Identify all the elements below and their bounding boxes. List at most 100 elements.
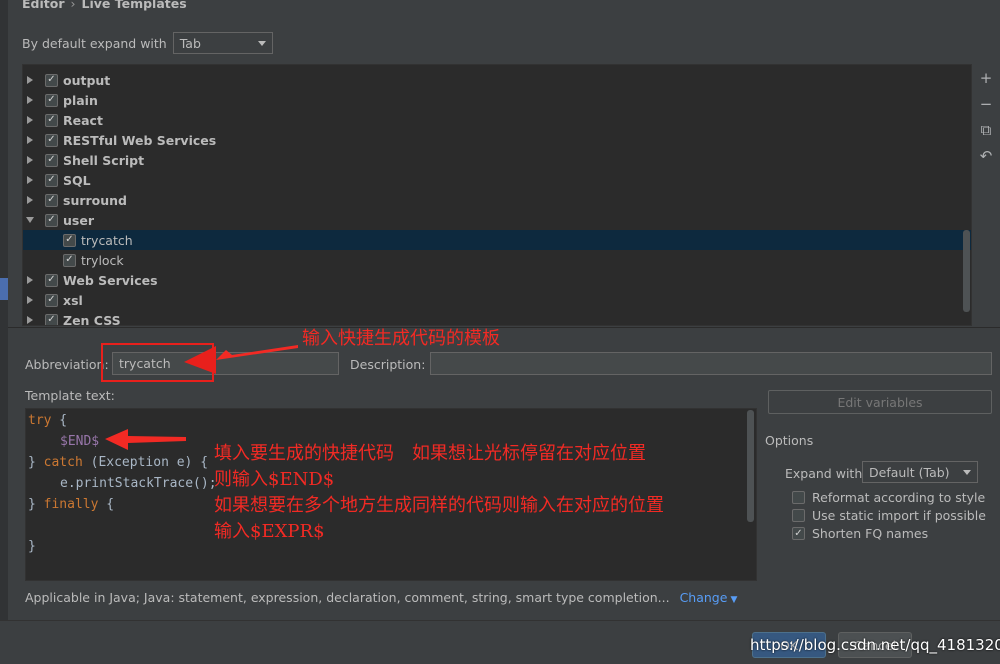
default-expand-select[interactable]: Tab — [172, 32, 273, 54]
code-text: { — [98, 497, 115, 512]
expand-arrow-icon[interactable] — [27, 116, 33, 124]
code-line: e.printStackTrace(); — [60, 473, 217, 494]
change-link[interactable]: Change — [680, 590, 728, 605]
annotation-expr-2: 输入$EXPR$ — [214, 521, 325, 542]
group-checkbox[interactable]: ✓ — [45, 273, 58, 287]
expand-arrow-icon[interactable] — [27, 76, 33, 84]
tree-group-output[interactable]: ✓ output — [23, 70, 971, 90]
tree-label: xsl — [63, 292, 83, 308]
expand-arrow-icon[interactable] — [27, 316, 33, 324]
group-checkbox[interactable]: ✓ — [45, 313, 58, 325]
shorten-fq-label: Shorten FQ names — [812, 526, 929, 541]
item-checkbox[interactable]: ✓ — [63, 233, 76, 247]
tree-scrollbar[interactable] — [963, 230, 970, 312]
options-title: Options — [765, 433, 814, 448]
remove-icon[interactable]: − — [976, 94, 996, 114]
code-line: } finally { — [28, 494, 114, 515]
breadcrumb-separator: › — [70, 0, 76, 11]
collapse-arrow-icon[interactable] — [26, 217, 34, 223]
reformat-label: Reformat according to style — [812, 490, 986, 505]
expand-arrow-icon[interactable] — [27, 176, 33, 184]
tree-label: Zen CSS — [63, 312, 121, 326]
static-import-label: Use static import if possible — [812, 508, 986, 523]
reformat-checkbox[interactable] — [792, 491, 805, 504]
group-checkbox[interactable]: ✓ — [45, 293, 58, 307]
applicable-row: Applicable in Java; Java: statement, exp… — [25, 590, 737, 605]
group-checkbox[interactable]: ✓ — [45, 73, 58, 87]
annotation-abbreviation: 输入快捷生成代码的模板 — [302, 328, 500, 349]
tree-item-trycatch[interactable]: ✓ trycatch — [23, 230, 971, 250]
tree-group-user[interactable]: ✓ user — [23, 210, 971, 230]
description-input[interactable] — [430, 352, 992, 375]
keyword: catch — [43, 455, 83, 470]
tree-label: user — [63, 212, 94, 228]
tree-group-restful[interactable]: ✓ RESTful Web Services — [23, 130, 971, 150]
group-checkbox[interactable]: ✓ — [45, 213, 58, 227]
default-expand-label: By default expand with — [22, 35, 167, 51]
default-expand-value: Tab — [179, 35, 201, 51]
tree-label: trylock — [81, 252, 124, 268]
group-checkbox[interactable]: ✓ — [45, 93, 58, 107]
annotation-expr-1: 如果想要在多个地方生成同样的代码则输入在对应的位置 — [214, 495, 664, 516]
expand-with-value: Default (Tab) — [869, 464, 950, 480]
tree-group-react[interactable]: ✓ React — [23, 110, 971, 130]
tree-label: Web Services — [63, 272, 158, 288]
description-label: Description: — [350, 357, 426, 372]
annotation-end-var-2: 则输入$END$ — [214, 469, 335, 490]
editor-scrollbar[interactable] — [747, 410, 754, 522]
reformat-option[interactable]: Reformat according to style — [792, 490, 985, 505]
tree-group-xsl[interactable]: ✓ xsl — [23, 290, 971, 310]
tree-label: plain — [63, 92, 98, 108]
group-checkbox[interactable]: ✓ — [45, 153, 58, 167]
breadcrumb-editor[interactable]: Editor — [22, 0, 65, 11]
code-line: try { — [28, 410, 67, 431]
expand-arrow-icon[interactable] — [27, 136, 33, 144]
code-text: } — [28, 497, 44, 512]
code-text: e.printStackTrace(); — [60, 476, 217, 491]
code-text: { — [51, 413, 68, 428]
item-checkbox[interactable]: ✓ — [63, 253, 76, 267]
abbreviation-label: Abbreviation: — [25, 357, 109, 372]
static-import-option[interactable]: Use static import if possible — [792, 508, 986, 523]
group-checkbox[interactable]: ✓ — [45, 133, 58, 147]
shorten-fq-checkbox[interactable]: ✓ — [792, 527, 805, 540]
tree-group-shell[interactable]: ✓ Shell Script — [23, 150, 971, 170]
tree-label: trycatch — [81, 232, 133, 248]
tree-toolbar: + − ⧉ ↶ — [976, 66, 996, 326]
keyword: try — [28, 413, 52, 428]
group-checkbox[interactable]: ✓ — [45, 193, 58, 207]
template-text-label: Template text: — [25, 388, 115, 403]
tree-group-surround[interactable]: ✓ surround — [23, 190, 971, 210]
chevron-down-icon — [257, 40, 266, 46]
watermark: https://blog.csdn.net/qq_41813208 — [750, 636, 1000, 654]
code-line: $END$ — [60, 431, 99, 452]
expand-arrow-icon[interactable] — [27, 196, 33, 204]
left-gutter — [0, 0, 8, 664]
add-icon[interactable]: + — [976, 68, 996, 88]
copy-icon[interactable]: ⧉ — [976, 120, 996, 140]
group-checkbox[interactable]: ✓ — [45, 173, 58, 187]
edit-variables-button[interactable]: Edit variables — [768, 390, 992, 414]
group-checkbox[interactable]: ✓ — [45, 113, 58, 127]
chevron-down-icon: ▼ — [730, 595, 738, 605]
expand-arrow-icon[interactable] — [27, 96, 33, 104]
code-text: } — [28, 455, 44, 470]
static-import-checkbox[interactable] — [792, 509, 805, 522]
tree-group-plain[interactable]: ✓ plain — [23, 90, 971, 110]
code-line: } — [28, 536, 36, 557]
tree-label: Shell Script — [63, 152, 145, 168]
tree-item-trylock[interactable]: ✓ trylock — [23, 250, 971, 270]
tree-label: SQL — [63, 172, 91, 188]
shorten-fq-option[interactable]: ✓ Shorten FQ names — [792, 526, 928, 541]
revert-icon[interactable]: ↶ — [976, 146, 996, 166]
code-text: } — [28, 539, 36, 554]
expand-with-select[interactable]: Default (Tab) — [862, 461, 978, 483]
expand-arrow-icon[interactable] — [27, 276, 33, 284]
highlight-box — [101, 343, 214, 382]
tree-group-sql[interactable]: ✓ SQL — [23, 170, 971, 190]
expand-arrow-icon[interactable] — [27, 296, 33, 304]
expand-arrow-icon[interactable] — [27, 156, 33, 164]
template-tree[interactable]: ✓ output ✓ plain ✓ React ✓ RESTful Web Servi… — [22, 64, 972, 326]
gutter-marker — [0, 278, 8, 300]
tree-group-web-services[interactable]: ✓ Web Services — [23, 270, 971, 290]
